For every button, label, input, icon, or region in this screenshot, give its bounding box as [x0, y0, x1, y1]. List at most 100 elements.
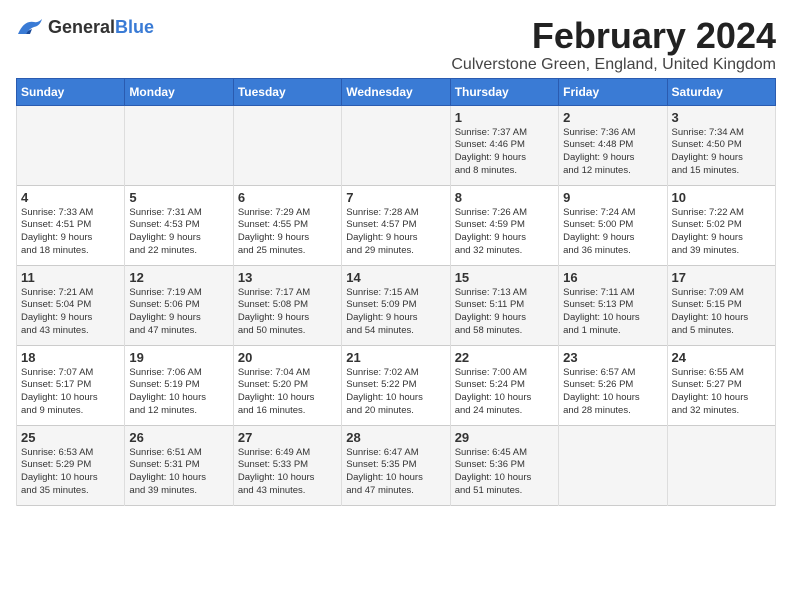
calendar-cell: 18 Sunrise: 7:07 AM Sunset: 5:17 PM Dayli… — [17, 345, 125, 425]
week-row-4: 18 Sunrise: 7:07 AM Sunset: 5:17 PM Dayli… — [17, 345, 776, 425]
location-subtitle: Culverstone Green, England, United Kingd… — [451, 56, 776, 74]
header-friday: Friday — [559, 78, 667, 105]
header-tuesday: Tuesday — [233, 78, 341, 105]
calendar-cell: 2 Sunrise: 7:36 AM Sunset: 4:48 PM Daylig… — [559, 105, 667, 185]
calendar-cell — [559, 425, 667, 505]
month-title: February 2024 — [451, 16, 776, 56]
calendar-cell: 22Sunrise: 7:00 AM Sunset: 5:24 PM Dayli… — [450, 345, 558, 425]
title-section: February 2024 Culverstone Green, England… — [451, 16, 776, 74]
day-number: 29 — [455, 430, 554, 445]
calendar-cell: 9Sunrise: 7:24 AM Sunset: 5:00 PM Daylig… — [559, 185, 667, 265]
day-info: Sunrise: 7:22 AM Sunset: 5:02 PM Dayligh… — [672, 207, 771, 258]
day-info: Sunrise: 7:19 AM Sunset: 5:06 PM Dayligh… — [129, 287, 228, 338]
day-info: Sunrise: 7:02 AM Sunset: 5:22 PM Dayligh… — [346, 367, 445, 418]
calendar-cell: 1 Sunrise: 7:37 AM Sunset: 4:46 PM Daylig… — [450, 105, 558, 185]
logo-general: General — [48, 17, 115, 37]
day-number: 2 — [563, 110, 662, 125]
day-info: Sunrise: 7:31 AM Sunset: 4:53 PM Dayligh… — [129, 207, 228, 258]
day-info: Sunrise: 6:51 AM Sunset: 5:31 PM Dayligh… — [129, 447, 228, 498]
day-info: Sunrise: 7:29 AM Sunset: 4:55 PM Dayligh… — [238, 207, 337, 258]
day-info: Sunrise: 7:17 AM Sunset: 5:08 PM Dayligh… — [238, 287, 337, 338]
day-number: 13 — [238, 270, 337, 285]
header-thursday: Thursday — [450, 78, 558, 105]
calendar-cell: 19Sunrise: 7:06 AM Sunset: 5:19 PM Dayli… — [125, 345, 233, 425]
day-number: 25 — [21, 430, 120, 445]
logo-bird-icon — [16, 16, 44, 38]
day-info: Sunrise: 6:45 AM Sunset: 5:36 PM Dayligh… — [455, 447, 554, 498]
day-info: Sunrise: 6:57 AM Sunset: 5:26 PM Dayligh… — [563, 367, 662, 418]
header-wednesday: Wednesday — [342, 78, 450, 105]
calendar-cell: 7 Sunrise: 7:28 AM Sunset: 4:57 PM Daylig… — [342, 185, 450, 265]
day-number: 18 — [21, 350, 120, 365]
calendar-cell: 5Sunrise: 7:31 AM Sunset: 4:53 PM Daylig… — [125, 185, 233, 265]
calendar-body: 1 Sunrise: 7:37 AM Sunset: 4:46 PM Daylig… — [17, 105, 776, 505]
week-row-2: 4 Sunrise: 7:33 AM Sunset: 4:51 PM Daylig… — [17, 185, 776, 265]
day-info: Sunrise: 7:34 AM Sunset: 4:50 PM Dayligh… — [672, 127, 771, 178]
logo-blue: Blue — [115, 17, 154, 37]
day-info: Sunrise: 7:11 AM Sunset: 5:13 PM Dayligh… — [563, 287, 662, 338]
day-info: Sunrise: 7:15 AM Sunset: 5:09 PM Dayligh… — [346, 287, 445, 338]
day-number: 28 — [346, 430, 445, 445]
calendar-cell: 12Sunrise: 7:19 AM Sunset: 5:06 PM Dayli… — [125, 265, 233, 345]
day-info: Sunrise: 7:26 AM Sunset: 4:59 PM Dayligh… — [455, 207, 554, 258]
day-number: 7 — [346, 190, 445, 205]
header: GeneralBlue February 2024 Culverstone Gr… — [16, 16, 776, 74]
calendar-cell — [125, 105, 233, 185]
calendar-header: SundayMondayTuesdayWednesdayThursdayFrid… — [17, 78, 776, 105]
day-info: Sunrise: 7:28 AM Sunset: 4:57 PM Dayligh… — [346, 207, 445, 258]
day-info: Sunrise: 7:09 AM Sunset: 5:15 PM Dayligh… — [672, 287, 771, 338]
calendar-cell: 3 Sunrise: 7:34 AM Sunset: 4:50 PM Daylig… — [667, 105, 775, 185]
day-number: 10 — [672, 190, 771, 205]
calendar-cell: 8 Sunrise: 7:26 AM Sunset: 4:59 PM Daylig… — [450, 185, 558, 265]
day-info: Sunrise: 7:36 AM Sunset: 4:48 PM Dayligh… — [563, 127, 662, 178]
day-number: 14 — [346, 270, 445, 285]
calendar-cell: 6 Sunrise: 7:29 AM Sunset: 4:55 PM Daylig… — [233, 185, 341, 265]
day-info: Sunrise: 7:13 AM Sunset: 5:11 PM Dayligh… — [455, 287, 554, 338]
calendar-cell: 20Sunrise: 7:04 AM Sunset: 5:20 PM Dayli… — [233, 345, 341, 425]
day-number: 21 — [346, 350, 445, 365]
header-monday: Monday — [125, 78, 233, 105]
day-info: Sunrise: 7:37 AM Sunset: 4:46 PM Dayligh… — [455, 127, 554, 178]
day-number: 1 — [455, 110, 554, 125]
calendar-cell: 26Sunrise: 6:51 AM Sunset: 5:31 PM Dayli… — [125, 425, 233, 505]
day-number: 22 — [455, 350, 554, 365]
day-number: 24 — [672, 350, 771, 365]
day-info: Sunrise: 7:07 AM Sunset: 5:17 PM Dayligh… — [21, 367, 120, 418]
calendar-cell — [342, 105, 450, 185]
day-info: Sunrise: 6:55 AM Sunset: 5:27 PM Dayligh… — [672, 367, 771, 418]
header-saturday: Saturday — [667, 78, 775, 105]
day-info: Sunrise: 7:06 AM Sunset: 5:19 PM Dayligh… — [129, 367, 228, 418]
day-info: Sunrise: 7:33 AM Sunset: 4:51 PM Dayligh… — [21, 207, 120, 258]
calendar-cell: 15Sunrise: 7:13 AM Sunset: 5:11 PM Dayli… — [450, 265, 558, 345]
day-number: 16 — [563, 270, 662, 285]
calendar-cell: 13 Sunrise: 7:17 AM Sunset: 5:08 PM Dayli… — [233, 265, 341, 345]
calendar-cell: 16 Sunrise: 7:11 AM Sunset: 5:13 PM Dayli… — [559, 265, 667, 345]
calendar-cell — [667, 425, 775, 505]
day-number: 17 — [672, 270, 771, 285]
logo: GeneralBlue — [16, 16, 154, 38]
day-info: Sunrise: 6:47 AM Sunset: 5:35 PM Dayligh… — [346, 447, 445, 498]
week-row-1: 1 Sunrise: 7:37 AM Sunset: 4:46 PM Daylig… — [17, 105, 776, 185]
day-number: 4 — [21, 190, 120, 205]
calendar-cell: 10 Sunrise: 7:22 AM Sunset: 5:02 PM Dayli… — [667, 185, 775, 265]
header-row: SundayMondayTuesdayWednesdayThursdayFrid… — [17, 78, 776, 105]
calendar-cell: 29 Sunrise: 6:45 AM Sunset: 5:36 PM Dayli… — [450, 425, 558, 505]
day-number: 23 — [563, 350, 662, 365]
day-number: 6 — [238, 190, 337, 205]
day-number: 20 — [238, 350, 337, 365]
calendar-cell: 25Sunrise: 6:53 AM Sunset: 5:29 PM Dayli… — [17, 425, 125, 505]
day-number: 27 — [238, 430, 337, 445]
day-number: 8 — [455, 190, 554, 205]
calendar-cell: 24 Sunrise: 6:55 AM Sunset: 5:27 PM Dayli… — [667, 345, 775, 425]
day-info: Sunrise: 7:21 AM Sunset: 5:04 PM Dayligh… — [21, 287, 120, 338]
week-row-5: 25Sunrise: 6:53 AM Sunset: 5:29 PM Dayli… — [17, 425, 776, 505]
calendar-cell: 28 Sunrise: 6:47 AM Sunset: 5:35 PM Dayli… — [342, 425, 450, 505]
day-number: 3 — [672, 110, 771, 125]
calendar-cell — [17, 105, 125, 185]
calendar-cell — [233, 105, 341, 185]
calendar-cell: 27Sunrise: 6:49 AM Sunset: 5:33 PM Dayli… — [233, 425, 341, 505]
calendar-cell: 14 Sunrise: 7:15 AM Sunset: 5:09 PM Dayli… — [342, 265, 450, 345]
calendar-cell: 23 Sunrise: 6:57 AM Sunset: 5:26 PM Dayli… — [559, 345, 667, 425]
logo-text: GeneralBlue — [48, 17, 154, 38]
day-info: Sunrise: 7:24 AM Sunset: 5:00 PM Dayligh… — [563, 207, 662, 258]
